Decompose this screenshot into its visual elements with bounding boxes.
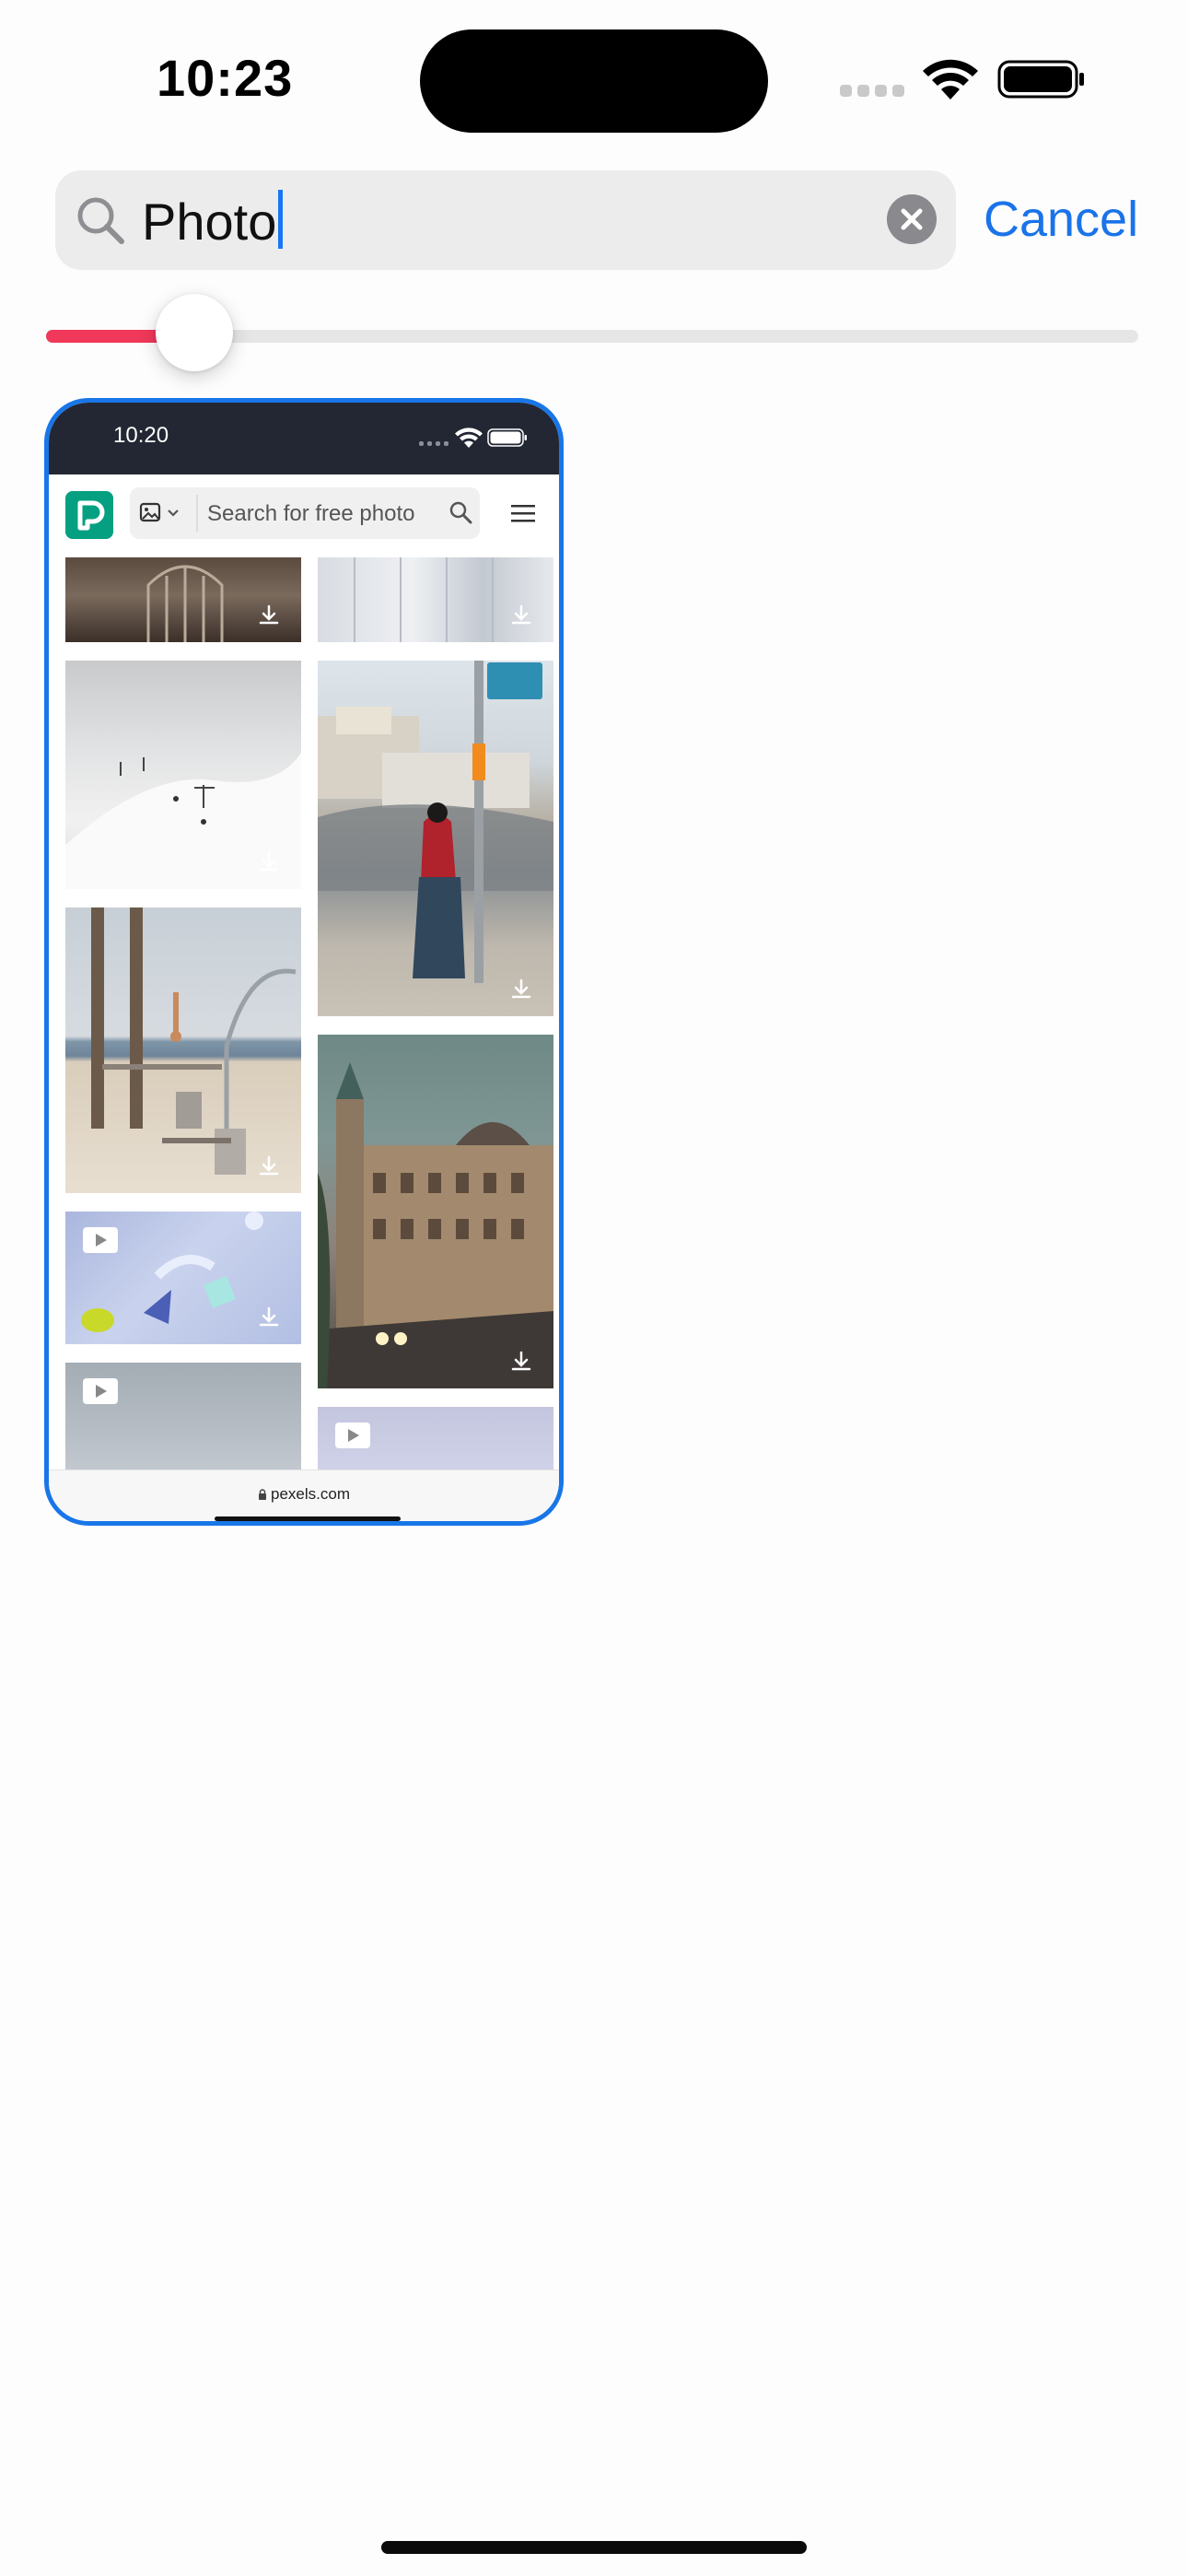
preview-status-time: 10:20 [113,423,169,448]
video-play-icon [335,1423,370,1448]
site-search-placeholder: Search for free photo [207,501,415,526]
photo-woman-street[interactable] [318,661,553,1016]
dynamic-island [420,29,768,133]
cancel-button[interactable]: Cancel [984,190,1138,249]
video-play-icon [83,1378,118,1404]
photo-beach-handstand[interactable] [65,907,301,1193]
pexels-logo-icon[interactable] [65,491,113,539]
search-divider [196,495,198,532]
battery-icon [997,60,1084,99]
video-grey-gradient[interactable] [65,1363,301,1469]
lock-icon [259,1489,266,1500]
preview-battery-icon [487,428,527,447]
download-icon[interactable] [509,603,533,627]
photo-snow-ski-lift[interactable] [65,661,301,889]
status-time: 10:23 [157,49,294,107]
clear-search-button[interactable] [887,194,937,244]
search-icon [77,197,124,244]
download-icon[interactable] [257,1154,281,1178]
site-search-icon[interactable] [448,500,472,524]
search-query-text: Photo [142,193,277,251]
video-abstract-shapes[interactable] [65,1212,301,1344]
preview-url: pexels.com [49,1485,559,1504]
wifi-icon [923,59,978,100]
preview-home-indicator [215,1516,401,1521]
download-icon[interactable] [257,850,281,874]
photo-white-building[interactable] [318,557,553,642]
preview-address-bar: pexels.com [49,1469,559,1521]
site-header: Search for free photo [49,474,559,557]
photo-historic-building[interactable] [318,1035,553,1388]
home-indicator [381,2541,807,2554]
menu-icon[interactable] [509,502,537,524]
cellular-signal-icon [840,85,906,98]
photo-grid [49,557,559,1469]
search-input[interactable]: Photo [142,190,284,253]
site-search-field[interactable]: Search for free photo [130,487,480,539]
preview-status-bar: 10:20 [49,403,559,474]
preview-wifi-icon [455,427,483,448]
text-caret [278,190,284,249]
video-play-icon [83,1227,118,1253]
download-icon[interactable] [257,1306,281,1329]
tab-preview-card[interactable]: 10:20 Search for free photo pexels.com [44,398,564,1526]
image-filter-icon[interactable] [139,502,185,524]
download-icon[interactable] [509,978,533,1001]
video-lavender-texture[interactable] [318,1407,553,1469]
download-icon[interactable] [509,1350,533,1374]
photo-cathedral[interactable] [65,557,301,642]
size-slider[interactable] [46,294,1138,371]
slider-thumb[interactable] [156,294,234,371]
download-icon[interactable] [257,603,281,627]
preview-signal-icon [419,441,450,447]
preview-url-text: pexels.com [271,1485,350,1503]
